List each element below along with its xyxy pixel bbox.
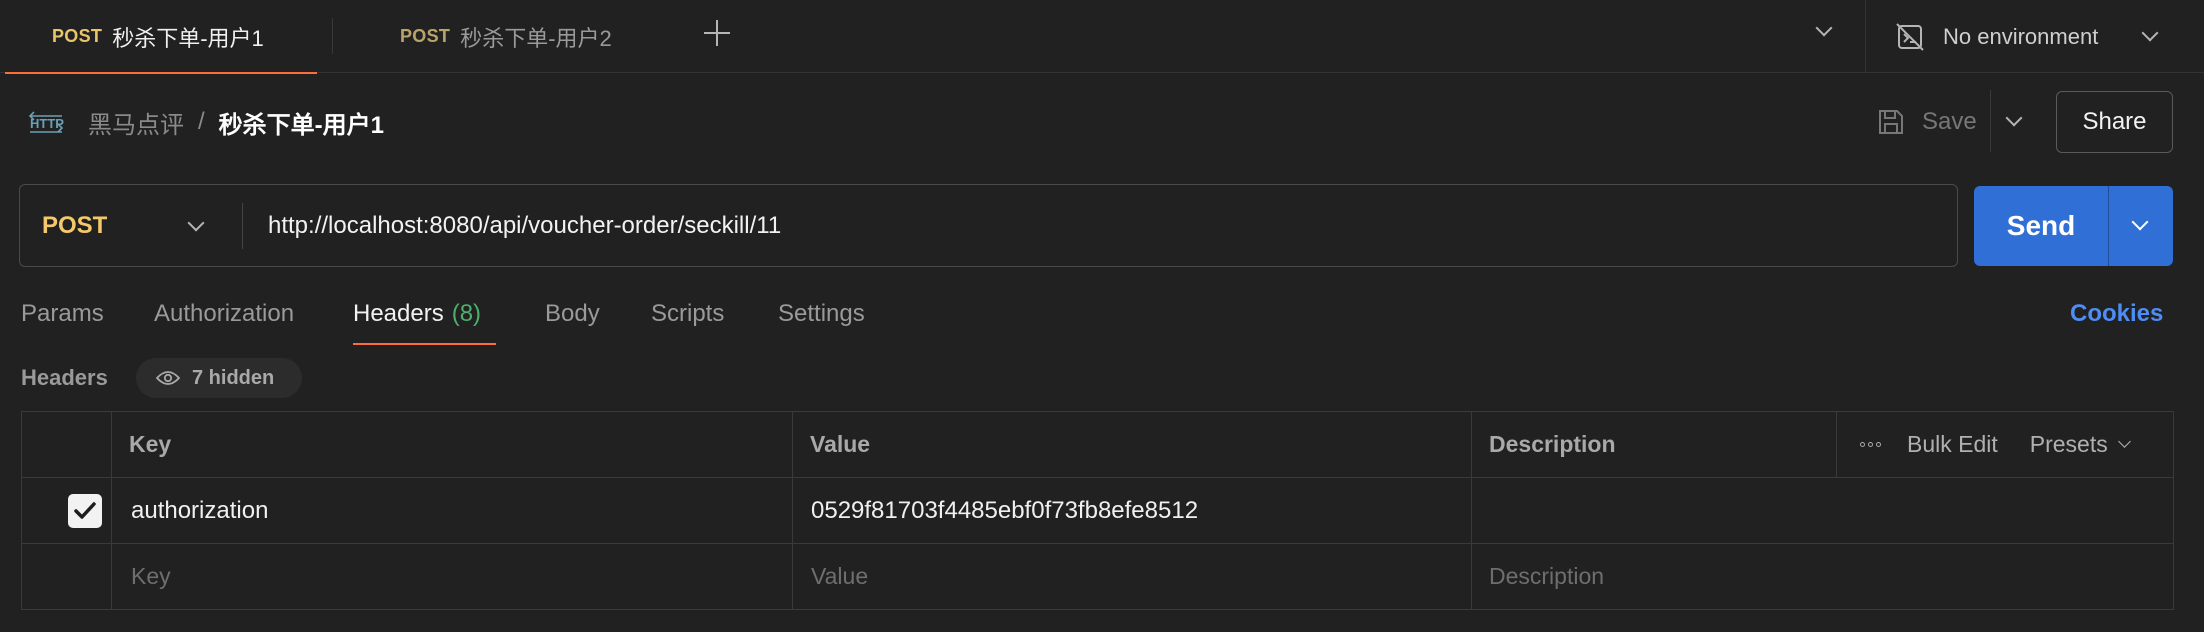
send-button[interactable]: Send — [1974, 186, 2108, 266]
method-select[interactable]: POST — [20, 185, 242, 266]
column-header-value: Value — [810, 431, 871, 457]
tab-scripts[interactable]: Scripts — [651, 296, 724, 332]
header-enabled-checkbox[interactable] — [68, 494, 102, 528]
header-key[interactable]: authorization — [131, 478, 268, 544]
request-tab-1[interactable]: POST 秒杀下单-用户1 — [0, 0, 317, 74]
tab-settings[interactable]: Settings — [778, 296, 865, 332]
headers-section-label: Headers — [21, 365, 108, 390]
eye-icon — [156, 371, 180, 385]
chevron-down-icon[interactable] — [2005, 109, 2023, 127]
svg-text:HTTP: HTTP — [30, 116, 64, 131]
column-header-description: Description — [1489, 431, 1616, 457]
tab-title: 秒杀下单-用户1 — [112, 25, 264, 51]
tab-label: Authorization — [154, 300, 295, 327]
url-input[interactable]: http://localhost:8080/api/voucher-order/… — [268, 185, 781, 266]
breadcrumb: HTTP 黑马点评 / 秒杀下单-用户1 — [28, 102, 384, 142]
bulk-edit-button[interactable]: Bulk Edit — [1907, 431, 1998, 458]
headers-count: (8) — [451, 300, 482, 327]
checkbox-checked-icon — [74, 502, 96, 519]
cookies-link[interactable]: Cookies — [2070, 296, 2163, 332]
more-icon[interactable] — [1860, 442, 1881, 447]
headers-table: Key Value Description Bulk Edit Presets … — [21, 411, 2174, 610]
column-divider — [792, 412, 793, 609]
env-divider — [1865, 0, 1866, 73]
save-button[interactable]: Save — [1876, 100, 1977, 144]
share-button[interactable]: Share — [2056, 91, 2173, 153]
column-divider — [111, 412, 112, 609]
hidden-count-label: 7 hidden — [192, 366, 275, 389]
new-description-input[interactable]: Description — [1489, 543, 1604, 609]
tab-label: Body — [545, 300, 600, 327]
new-value-input[interactable]: Value — [811, 543, 868, 609]
breadcrumb-separator: / — [198, 108, 205, 135]
save-label: Save — [1922, 108, 1977, 135]
url-bar: POST http://localhost:8080/api/voucher-o… — [19, 184, 1958, 267]
environment-label: No environment — [1943, 23, 2099, 49]
breadcrumb-parent[interactable]: 黑马点评 — [88, 105, 184, 140]
chevron-down-icon[interactable] — [1815, 19, 1833, 37]
new-key-input[interactable]: Key — [131, 543, 171, 609]
hidden-headers-toggle[interactable]: 7 hidden — [136, 358, 302, 398]
request-tab-2[interactable]: POST 秒杀下单-用户2 — [348, 0, 612, 73]
request-tab-bar: POST 秒杀下单-用户1 POST 秒杀下单-用户2 No environme… — [0, 0, 2204, 74]
chevron-down-icon — [2117, 435, 2131, 448]
tab-label: Scripts — [651, 300, 725, 327]
request-title[interactable]: 秒杀下单-用户1 — [219, 105, 384, 140]
tab-title: 秒杀下单-用户2 — [460, 25, 612, 51]
tab-headers[interactable]: Headers (8) — [353, 296, 481, 332]
tab-params[interactable]: Params — [21, 296, 104, 332]
header-value[interactable]: 0529f81703f4485ebf0f73fb8efe8512 — [811, 478, 1198, 544]
tab-label: Settings — [778, 300, 865, 327]
http-icon: HTTP — [28, 111, 64, 133]
method-label: POST — [42, 211, 108, 239]
presets-button[interactable]: Presets — [2030, 431, 2108, 458]
chevron-down-icon — [2131, 213, 2149, 231]
plus-icon[interactable] — [700, 16, 734, 50]
tab-label: Params — [21, 300, 104, 327]
send-options-button[interactable] — [2109, 186, 2173, 266]
tab-label: Headers — [353, 300, 444, 327]
column-header-key: Key — [129, 431, 172, 457]
tab-method: POST — [400, 26, 451, 46]
active-tab-indicator — [353, 343, 496, 345]
tab-authorization[interactable]: Authorization — [154, 296, 294, 332]
save-icon — [1879, 110, 1903, 134]
column-divider — [1836, 412, 1837, 478]
save-divider — [1990, 90, 1991, 152]
environment-off-icon — [1896, 22, 1924, 51]
chevron-down-icon — [187, 214, 205, 232]
column-divider — [1471, 412, 1472, 609]
url-divider — [242, 203, 243, 249]
table-actions: Bulk Edit Presets — [1860, 412, 2131, 477]
environment-selector[interactable]: No environment — [1895, 0, 2159, 73]
tab-method: POST — [52, 26, 103, 46]
tab-divider — [332, 18, 333, 54]
tab-body[interactable]: Body — [545, 296, 600, 332]
chevron-down-icon — [2141, 24, 2159, 41]
